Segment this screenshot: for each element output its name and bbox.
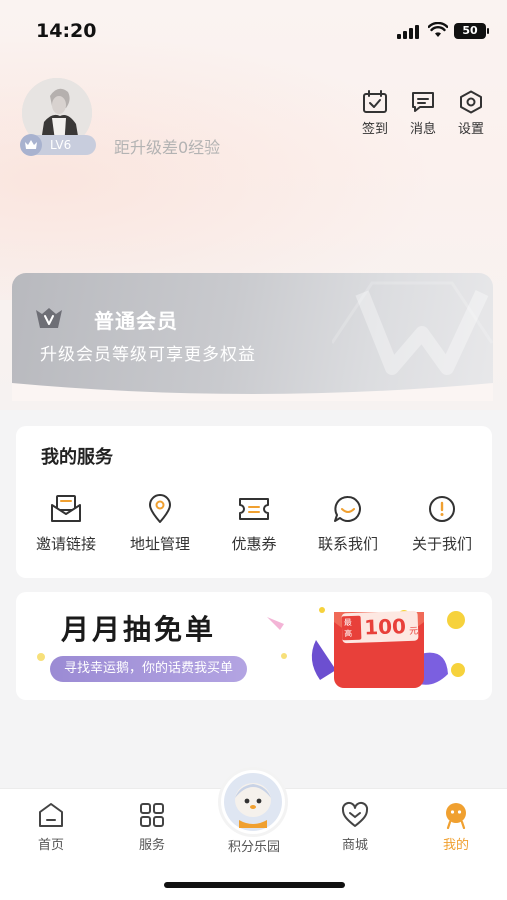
coupon-icon bbox=[239, 498, 269, 520]
level-text: LV6 bbox=[50, 138, 72, 152]
service-label: 联系我们 bbox=[317, 535, 378, 553]
home-indicator bbox=[164, 882, 345, 888]
message-icon bbox=[412, 92, 434, 112]
status-time: 14:20 bbox=[36, 20, 97, 42]
profile-mascot-icon bbox=[446, 803, 466, 829]
nav-label: 服务 bbox=[138, 838, 165, 853]
service-label: 邀请链接 bbox=[35, 535, 96, 553]
heart-shop-icon bbox=[341, 801, 369, 827]
mascot-icon bbox=[224, 773, 282, 831]
sign-in-button[interactable]: 签到 bbox=[355, 90, 395, 137]
nav-home[interactable]: 首页 bbox=[16, 801, 86, 853]
membership-v-icon bbox=[36, 308, 62, 328]
envelope-tag: 最高 bbox=[341, 615, 362, 641]
service-invite-link[interactable]: 邀请链接 bbox=[21, 494, 111, 554]
service-label: 关于我们 bbox=[411, 535, 472, 553]
messages-label: 消息 bbox=[409, 122, 436, 137]
membership-card[interactable]: 普通会员 升级会员等级可享更多权益 bbox=[12, 273, 493, 401]
status-bar: 14:20 50 bbox=[0, 0, 507, 60]
nav-points-park-label: 积分乐园 bbox=[227, 840, 280, 855]
nav-mall[interactable]: 商城 bbox=[320, 801, 390, 853]
exp-progress-text: 距升级差0经验 bbox=[114, 138, 221, 157]
my-services-card: 我的服务 邀请链接 地址管理 优惠券 联系我们 关于我们 bbox=[16, 426, 492, 578]
info-exclamation-icon bbox=[429, 496, 455, 522]
free-order-banner[interactable]: 月月抽免单 寻找幸运鹅，你的话费我买单 最高 100 元 bbox=[16, 592, 492, 700]
banner-title: 月月抽免单 bbox=[61, 613, 217, 646]
service-label: 地址管理 bbox=[129, 535, 190, 553]
service-contact-us[interactable]: 联系我们 bbox=[303, 494, 393, 554]
service-coupons[interactable]: 优惠券 bbox=[209, 494, 299, 554]
service-about-us[interactable]: 关于我们 bbox=[397, 494, 487, 554]
settings-label: 设置 bbox=[457, 122, 484, 137]
chat-smile-icon bbox=[334, 495, 361, 522]
nav-label: 我的 bbox=[442, 838, 469, 853]
banner-sparkle-decor bbox=[267, 617, 287, 659]
nav-points-park[interactable] bbox=[221, 770, 285, 834]
service-label: 优惠券 bbox=[231, 535, 277, 553]
home-icon bbox=[39, 803, 63, 827]
settings-button[interactable]: 设置 bbox=[451, 90, 491, 137]
nav-mine[interactable]: 我的 bbox=[421, 801, 491, 853]
envelope-amount: 100 bbox=[363, 614, 407, 640]
banner-coin-decor bbox=[37, 653, 45, 661]
battery-icon: 50 bbox=[454, 23, 489, 39]
nav-label: 首页 bbox=[37, 838, 64, 853]
location-pin-icon bbox=[149, 494, 171, 523]
membership-wave bbox=[12, 383, 493, 401]
level-badge: LV6 bbox=[20, 134, 96, 156]
envelope-unit: 元 bbox=[408, 626, 419, 637]
envelope-ticket: 最高 100 元 bbox=[341, 610, 419, 644]
calendar-check-icon bbox=[363, 90, 387, 113]
wifi-icon bbox=[428, 22, 448, 37]
crown-icon bbox=[20, 134, 42, 156]
membership-title: 普通会员 bbox=[94, 309, 178, 333]
signal-icon bbox=[397, 25, 419, 39]
nav-services[interactable]: 服务 bbox=[117, 801, 187, 853]
sign-in-label: 签到 bbox=[361, 122, 388, 137]
service-address-management[interactable]: 地址管理 bbox=[115, 494, 205, 554]
messages-button[interactable]: 消息 bbox=[403, 90, 443, 137]
banner-subtitle-pill: 寻找幸运鹅，你的话费我买单 bbox=[50, 656, 248, 682]
grid-icon bbox=[140, 803, 164, 827]
nav-label: 商城 bbox=[341, 838, 368, 853]
services-heading: 我的服务 bbox=[41, 447, 113, 468]
envelope-icon bbox=[51, 495, 81, 522]
settings-hex-icon bbox=[460, 90, 482, 114]
